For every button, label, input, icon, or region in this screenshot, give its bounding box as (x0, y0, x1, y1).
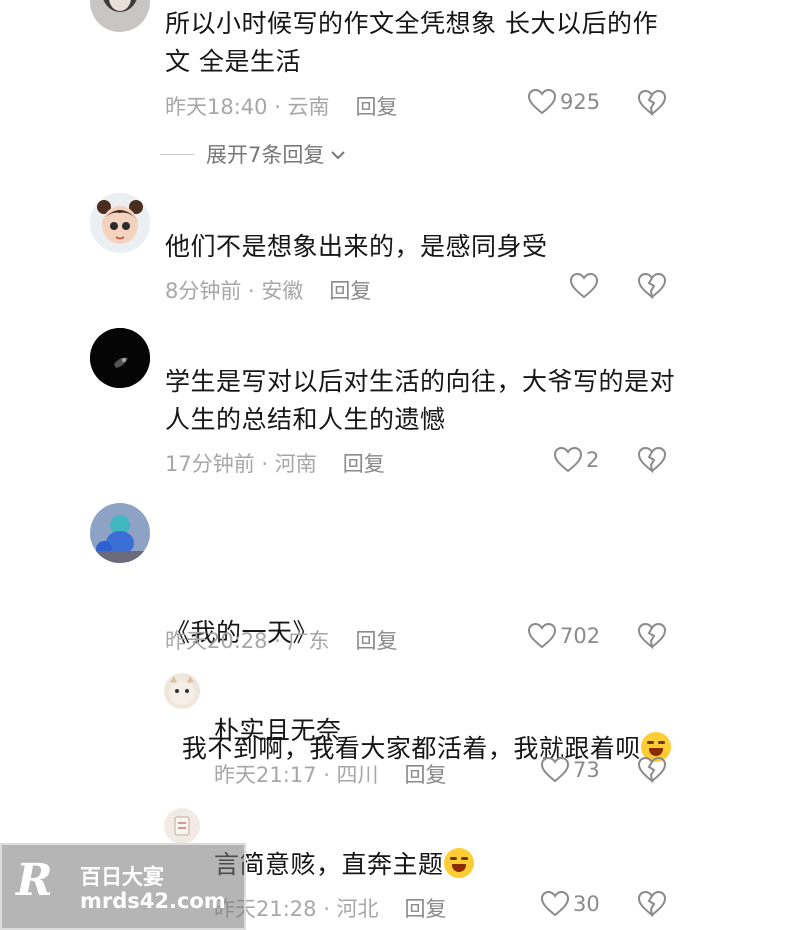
broken-heart-icon (638, 757, 666, 783)
like-count: 2 (586, 448, 600, 472)
like-button[interactable]: 925 (528, 89, 600, 115)
heart-icon (528, 623, 556, 649)
comment-meta: 17分钟前 · 河南 回复 (165, 448, 385, 478)
comment-time: 昨天18:40 · 云南 (165, 95, 330, 119)
watermark-url: mrds42.com (80, 889, 226, 913)
like-button[interactable] (570, 273, 598, 299)
avatar[interactable] (90, 328, 150, 388)
reply-button[interactable]: 回复 (329, 279, 371, 303)
dislike-button[interactable] (638, 757, 666, 783)
comment-meta: 8分钟前 · 安徽 回复 (165, 275, 371, 305)
reply-text: 言简意赅，直奔主题 (214, 846, 474, 884)
heart-icon (554, 447, 582, 473)
avatar[interactable] (164, 808, 200, 844)
comment-text: 学生是写对以后对生活的向往，大爷写的是对 人生的总结和人生的遗憾 (165, 367, 676, 434)
like-button[interactable]: 73 (541, 757, 600, 783)
like-button[interactable]: 702 (528, 623, 600, 649)
broken-heart-icon (638, 90, 666, 116)
watermark-logo: R (16, 855, 53, 906)
heart-icon (528, 89, 556, 115)
laugh-cry-emoji-icon (443, 848, 474, 878)
reply-button[interactable]: 回复 (356, 629, 398, 653)
like-count: 73 (573, 758, 600, 782)
dislike-button[interactable] (638, 623, 666, 649)
reply-button[interactable]: 回复 (405, 897, 447, 921)
expand-replies-label: 展开7条回复 (206, 143, 325, 167)
reply-meta: 昨天21:17 · 四川 回复 (214, 759, 447, 789)
broken-heart-icon (638, 891, 666, 917)
reply-button[interactable]: 回复 (405, 763, 447, 787)
like-count: 925 (560, 90, 601, 114)
comment-meta: 昨天18:40 · 云南 回复 (165, 91, 398, 121)
like-button[interactable]: 30 (541, 891, 600, 917)
broken-heart-icon (638, 623, 666, 649)
avatar[interactable] (164, 673, 200, 709)
like-button[interactable]: 2 (554, 447, 599, 473)
heart-icon (541, 891, 569, 917)
broken-heart-icon (638, 273, 666, 299)
comment-text: 所以小时候写的作文全凭想象 长大以后的作 文 全是生活 (165, 9, 658, 76)
expand-replies-button[interactable]: 展开7条回复 (160, 139, 346, 169)
reply-text: 朴实且无奈 (214, 716, 342, 745)
dislike-button[interactable] (638, 90, 666, 116)
comment-text: 他们不是想象出来的，是感同身受 (165, 232, 548, 261)
comment-time: 8分钟前 · 安徽 (165, 279, 304, 303)
comment-time: 17分钟前 · 河南 (165, 452, 317, 476)
heart-icon (541, 757, 569, 783)
reply-button[interactable]: 回复 (343, 452, 385, 476)
divider (160, 153, 194, 155)
reply-button[interactable]: 回复 (356, 95, 398, 119)
broken-heart-icon (638, 447, 666, 473)
dislike-button[interactable] (638, 273, 666, 299)
reply-time: 昨天21:17 · 四川 (214, 763, 379, 787)
watermark-title: 百日大宴 (80, 865, 164, 889)
comment-meta: 昨天20:28 · 广东 回复 (165, 625, 398, 655)
comment-time: 昨天20:28 · 广东 (165, 629, 330, 653)
like-count: 30 (573, 892, 600, 916)
dislike-button[interactable] (638, 891, 666, 917)
avatar[interactable] (90, 193, 150, 253)
dislike-button[interactable] (638, 447, 666, 473)
avatar[interactable] (90, 0, 150, 32)
like-count: 702 (560, 624, 601, 648)
avatar[interactable] (90, 503, 150, 563)
chevron-down-icon (330, 142, 346, 166)
reply-meta: 昨天21:28 · 河北 回复 (214, 893, 447, 923)
heart-icon (570, 273, 598, 299)
watermark: R 百日大宴 mrds42.com (0, 843, 246, 930)
